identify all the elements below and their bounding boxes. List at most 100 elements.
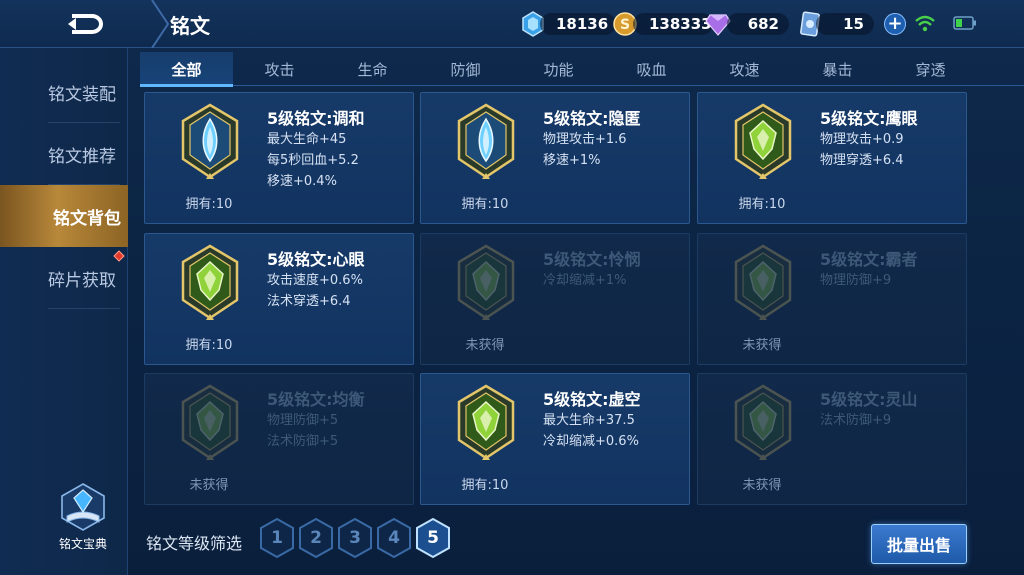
voucher-amount: 15 xyxy=(843,15,864,33)
rune-stat: 移速+1% xyxy=(543,153,601,168)
rune-codex-button[interactable]: 铭文宝典 xyxy=(55,482,111,558)
rune-name: 5级铭文:心眼 xyxy=(267,250,365,269)
top-bar: 铭文 18136 S 138333 682 15 + xyxy=(0,0,1024,48)
rune-stat: 每5秒回血+5.2 xyxy=(267,153,359,168)
rune-stat: 物理防御+9 xyxy=(820,273,892,288)
sidebar-item-rune-recommend[interactable]: 铭文推荐 xyxy=(48,123,128,185)
rune-stat: 法术防御+9 xyxy=(820,413,892,428)
rune-stat: 物理攻击+1.6 xyxy=(543,132,627,147)
rune-not-owned-label: 未获得 xyxy=(742,478,782,493)
svg-text:S: S xyxy=(620,17,630,33)
rune-owned-count: 拥有:10 xyxy=(185,338,233,353)
rune-card[interactable]: 5级铭文:调和 最大生命+45 每5秒回血+5.2 移速+0.4% 拥有:10 xyxy=(144,92,414,224)
crystal-counter: 18136 xyxy=(522,10,616,38)
rune-name: 5级铭文:鹰眼 xyxy=(820,109,918,128)
tab-label: 攻速 xyxy=(729,60,760,79)
back-button[interactable] xyxy=(60,8,112,40)
rune-name: 5级铭文:隐匿 xyxy=(543,109,641,128)
tab-all[interactable]: 全部 xyxy=(140,52,233,87)
rune-card[interactable]: 5级铭文:虚空 最大生命+37.5 冷却缩减+0.6% 拥有:10 xyxy=(420,373,690,505)
rune-gem-icon xyxy=(457,244,515,320)
title-divider-icon xyxy=(151,0,170,48)
battery-icon xyxy=(953,16,976,30)
level-filter-button[interactable]: 2 xyxy=(298,517,334,559)
rune-gem-icon xyxy=(457,384,515,460)
rune-name: 5级铭文:怜悯 xyxy=(543,250,641,269)
rune-card[interactable]: 5级铭文:灵山法术防御+9 未获得 xyxy=(697,373,967,505)
rune-owned-count: 拥有:10 xyxy=(185,197,233,212)
rune-stat: 物理穿透+6.4 xyxy=(820,153,904,168)
rune-card[interactable]: 5级铭文:心眼攻击速度+0.6% 法术穿透+6.4 拥有:10 xyxy=(144,233,414,365)
rune-owned-count: 拥有:10 xyxy=(461,478,509,493)
rune-stat: 攻击速度+0.6% xyxy=(267,273,363,288)
sidebar-item-rune-bag[interactable]: 铭文背包 xyxy=(0,185,128,247)
level-number: 3 xyxy=(349,528,361,548)
wifi-icon xyxy=(915,15,935,32)
rune-not-owned-label: 未获得 xyxy=(465,338,505,353)
rune-gem-icon xyxy=(181,384,239,460)
level-filter-button[interactable]: 1 xyxy=(259,517,295,559)
rune-card[interactable]: 5级铭文:霸者物理防御+9 未获得 xyxy=(697,233,967,365)
rune-name: 5级铭文:霸者 xyxy=(820,250,918,269)
rune-stat: 冷却缩减+0.6% xyxy=(543,434,639,449)
gold-counter: S 138333 xyxy=(613,10,713,38)
sidebar-item-label: 碎片获取 xyxy=(48,270,116,291)
rune-gem-icon xyxy=(457,103,515,179)
bulk-sell-label: 批量出售 xyxy=(886,536,951,555)
rune-name: 5级铭文:调和 xyxy=(267,109,365,128)
rune-stat: 移速+0.4% xyxy=(267,174,337,189)
tab-defense[interactable]: 防御 xyxy=(419,52,512,86)
crystal-amount: 18136 xyxy=(556,15,609,33)
codex-label: 铭文宝典 xyxy=(58,537,107,551)
tab-attack[interactable]: 攻击 xyxy=(233,52,326,86)
rune-stat: 法术防御+5 xyxy=(267,434,339,449)
codex-book-icon xyxy=(61,483,105,531)
tab-label: 暴击 xyxy=(822,60,853,79)
tab-lifesteal[interactable]: 吸血 xyxy=(605,52,698,86)
tab-penetration[interactable]: 穿透 xyxy=(884,52,977,86)
level-filter-label: 铭文等级筛选 xyxy=(146,534,243,553)
level-filter-button[interactable]: 3 xyxy=(337,517,373,559)
rune-owned-count: 拥有:10 xyxy=(461,197,509,212)
level-number: 1 xyxy=(271,528,283,548)
tab-utility[interactable]: 功能 xyxy=(512,52,605,86)
rune-card[interactable]: 5级铭文:隐匿物理攻击+1.6 移速+1% 拥有:10 xyxy=(420,92,690,224)
add-voucher-button[interactable]: + xyxy=(884,13,906,35)
rune-stat: 冷却缩减+1% xyxy=(543,273,627,288)
rune-name: 5级铭文:均衡 xyxy=(267,390,365,409)
sidebar-item-rune-equip[interactable]: 铭文装配 xyxy=(48,61,128,123)
level-number: 4 xyxy=(388,528,400,548)
sidebar-item-label: 铭文装配 xyxy=(48,84,116,105)
diamond-counter: 682 xyxy=(705,10,789,38)
level-number: 5 xyxy=(427,528,439,548)
tab-label: 吸血 xyxy=(636,60,667,79)
tab-label: 防御 xyxy=(450,60,481,79)
rune-name: 5级铭文:灵山 xyxy=(820,390,918,409)
rune-stat: 物理攻击+0.9 xyxy=(820,132,904,147)
category-tabs: 全部 攻击 生命 防御 功能 吸血 攻速 暴击 穿透 xyxy=(140,52,1024,87)
level-filter-button[interactable]: 4 xyxy=(376,517,412,559)
rune-stat: 法术穿透+6.4 xyxy=(267,294,351,309)
tab-critical[interactable]: 暴击 xyxy=(791,52,884,86)
tab-label: 功能 xyxy=(543,60,574,79)
rune-card[interactable]: 5级铭文:鹰眼物理攻击+0.9 物理穿透+6.4 拥有:10 xyxy=(697,92,967,224)
tab-label: 穿透 xyxy=(915,60,946,79)
sidebar-item-label: 铭文推荐 xyxy=(48,146,116,167)
rune-owned-count: 拥有:10 xyxy=(738,197,786,212)
rune-card[interactable]: 5级铭文:均衡 物理防御+5 法术防御+5 未获得 xyxy=(144,373,414,505)
voucher-counter: 15 + xyxy=(800,10,906,38)
tab-health[interactable]: 生命 xyxy=(326,52,419,86)
rune-not-owned-label: 未获得 xyxy=(742,338,782,353)
rune-gem-icon xyxy=(181,103,239,179)
tab-attack-speed[interactable]: 攻速 xyxy=(698,52,791,86)
rune-stat: 最大生命+37.5 xyxy=(543,413,635,428)
rune-card[interactable]: 5级铭文:怜悯冷却缩减+1% 未获得 xyxy=(420,233,690,365)
bulk-sell-button[interactable]: 批量出售 xyxy=(871,524,967,564)
rune-not-owned-label: 未获得 xyxy=(189,478,229,493)
level-number: 2 xyxy=(310,528,322,548)
tab-label: 全部 xyxy=(171,60,202,79)
back-arrow-icon xyxy=(68,14,103,34)
tab-label: 生命 xyxy=(357,60,388,79)
level-filter-button[interactable]: 5 xyxy=(415,517,451,559)
tab-label: 攻击 xyxy=(264,60,295,79)
